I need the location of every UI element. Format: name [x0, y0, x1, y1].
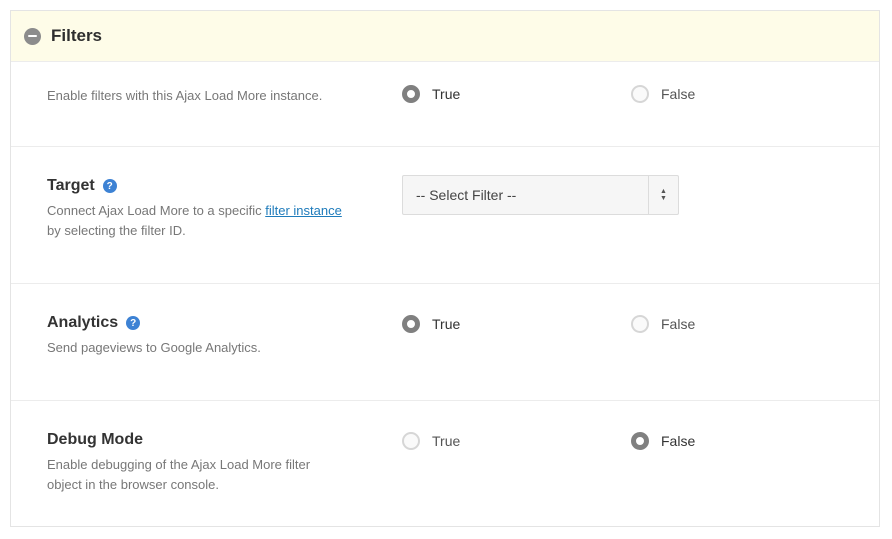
analytics-row: Analytics ? Send pageviews to Google Ana… [11, 284, 879, 401]
analytics-true-label: True [432, 316, 461, 332]
debug-mode-true-option[interactable]: True [402, 432, 460, 450]
target-description-text: Connect Ajax Load More to a specific [47, 203, 266, 218]
analytics-true-option[interactable]: True [402, 315, 460, 333]
enable-filters-false-radio[interactable] [631, 85, 649, 103]
analytics-false-radio[interactable] [631, 315, 649, 333]
enable-filters-description: Enable filters with this Ajax Load More … [47, 88, 323, 103]
debug-mode-title: Debug Mode [47, 431, 143, 448]
debug-mode-description: Enable debugging of the Ajax Load More f… [47, 455, 367, 495]
enable-filters-true-label: True [432, 86, 461, 102]
filter-select[interactable]: -- Select Filter -- ▲ ▼ [402, 175, 679, 215]
panel-title: Filters [51, 26, 103, 45]
analytics-false-label: False [661, 316, 696, 332]
target-description: Connect Ajax Load More to a specific fil… [47, 201, 367, 241]
analytics-false-option[interactable]: False [631, 315, 695, 333]
debug-mode-false-label: False [661, 433, 696, 449]
debug-mode-true-radio[interactable] [402, 432, 420, 450]
panel-header[interactable]: Filters [11, 11, 879, 62]
debug-mode-false-radio[interactable] [631, 432, 649, 450]
analytics-title-wrap: Analytics ? [47, 314, 367, 332]
enable-filters-true-radio[interactable] [402, 85, 420, 103]
enable-filters-label: Enable filters with this Ajax Load More … [47, 86, 367, 106]
target-row: Target ? Connect Ajax Load More to a spe… [11, 147, 879, 284]
help-icon[interactable]: ? [102, 179, 117, 193]
select-arrows-icon: ▲ ▼ [648, 176, 678, 214]
enable-filters-false-label: False [661, 86, 696, 102]
debug-mode-description-line2: object in the browser console. [47, 477, 219, 492]
debug-mode-description-line1: Enable debugging of the Ajax Load More f… [47, 457, 311, 472]
filter-instance-link[interactable]: filter instance [265, 203, 342, 218]
analytics-title: Analytics [47, 314, 119, 331]
collapse-icon[interactable] [24, 27, 41, 45]
debug-mode-true-label: True [432, 433, 461, 449]
debug-mode-row: Debug Mode Enable debugging of the Ajax … [11, 401, 879, 527]
filter-select-value: -- Select Filter -- [416, 187, 517, 203]
filters-panel: Filters Enable filters with this Ajax Lo… [10, 10, 880, 527]
enable-filters-false-option[interactable]: False [631, 85, 695, 103]
debug-mode-label: Debug Mode Enable debugging of the Ajax … [47, 431, 367, 495]
analytics-description: Send pageviews to Google Analytics. [47, 340, 261, 355]
target-title: Target [47, 177, 95, 194]
target-label: Target ? Connect Ajax Load More to a spe… [47, 177, 367, 241]
target-description-text-2: by selecting the filter ID. [47, 223, 186, 238]
debug-mode-false-option[interactable]: False [631, 432, 695, 450]
help-icon[interactable]: ? [126, 316, 141, 330]
enable-filters-row: Enable filters with this Ajax Load More … [11, 62, 879, 147]
analytics-true-radio[interactable] [402, 315, 420, 333]
analytics-label: Analytics ? Send pageviews to Google Ana… [47, 314, 367, 358]
enable-filters-true-option[interactable]: True [402, 85, 460, 103]
target-title-wrap: Target ? [47, 177, 367, 195]
